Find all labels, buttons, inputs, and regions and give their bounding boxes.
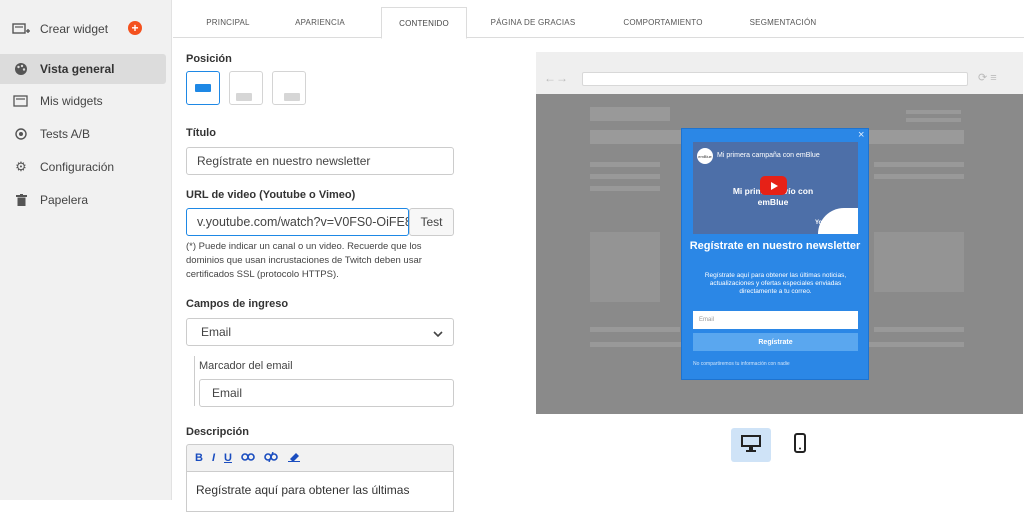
ghost-block (590, 327, 680, 332)
italic-button[interactable]: I (212, 452, 215, 464)
tab-contenido[interactable]: CONTENIDO (381, 7, 467, 39)
ghost-block (590, 162, 660, 167)
video-thumbnail[interactable]: emBlue Mi primera campaña con emBlue Mi … (693, 142, 858, 234)
fields-select[interactable]: Email (186, 318, 454, 346)
ghost-block (874, 232, 964, 292)
sidebar-item-ab-tests[interactable]: Tests A/B (0, 119, 166, 149)
sidebar-item-trash[interactable]: Papelera (0, 185, 166, 215)
popup-footer-text: No compartiremos tu información con nadi… (693, 361, 790, 367)
sidebar-item-label: Mis widgets (40, 94, 103, 108)
ghost-block (590, 232, 660, 302)
target-icon (12, 128, 30, 140)
popup-email-input[interactable]: Email (693, 311, 858, 329)
mobile-icon (794, 432, 806, 458)
youtube-logo: YouTube (815, 220, 840, 226)
popup-title: Regístrate en nuestro newsletter (689, 240, 861, 252)
sidebar-item-overview[interactable]: Vista general (0, 54, 166, 84)
ghost-block (906, 118, 961, 122)
create-plus-icon[interactable]: + (128, 21, 142, 35)
mobile-view-button[interactable] (780, 428, 820, 462)
ghost-block (874, 162, 964, 167)
sidebar-item-settings[interactable]: ⚙ Configuración (0, 152, 166, 182)
ghost-block (874, 327, 964, 332)
ghost-block (874, 174, 964, 179)
position-bottom-left-option[interactable] (229, 71, 263, 105)
widgets-icon (12, 94, 30, 108)
fields-label: Campos de ingreso (186, 298, 289, 310)
desktop-view-button[interactable] (731, 428, 771, 462)
video-url-label: URL de video (Youtube o Vimeo) (186, 189, 356, 201)
add-widget-icon (12, 22, 30, 36)
ghost-block (906, 110, 961, 114)
position-center-option[interactable] (186, 71, 220, 105)
tab-pagina-gracias[interactable]: PÁGINA DE GRACIAS (483, 7, 583, 38)
palette-icon (12, 62, 30, 76)
desktop-icon (740, 434, 762, 457)
clear-format-icon[interactable] (287, 452, 301, 465)
sidebar-item-label: Tests A/B (40, 127, 91, 141)
video-help-text: (*) Puede indicar un canal o un video. R… (186, 241, 422, 280)
sidebar-item-my-widgets[interactable]: Mis widgets (0, 86, 166, 116)
ghost-block (590, 107, 670, 121)
create-widget-label: Crear widget (40, 22, 109, 36)
sidebar: Crear widget + Vista general Mis widgets… (0, 0, 172, 500)
title-label: Título (186, 127, 216, 139)
tab-principal[interactable]: PRINCIPAL (186, 7, 270, 38)
bold-button[interactable]: B (195, 452, 203, 464)
chevron-down-icon (433, 327, 443, 341)
gear-icon: ⚙ (15, 159, 27, 174)
indent-line (194, 356, 195, 406)
channel-avatar: emBlue (697, 148, 713, 164)
popup-submit-button[interactable]: Regístrate (693, 333, 858, 351)
title-input[interactable]: Regístrate en nuestro newsletter (186, 147, 454, 175)
email-placeholder-input[interactable]: Email (199, 379, 454, 407)
email-placeholder-label: Marcador del email (199, 360, 293, 372)
editor-toolbar: B I U (186, 444, 454, 472)
position-bottom-right-option[interactable] (272, 71, 306, 105)
fields-select-value: Email (201, 325, 232, 339)
tab-apariencia[interactable]: APARIENCIA (278, 7, 362, 38)
reload-menu-icon: ⟳ ≡ (978, 72, 997, 84)
unlink-icon[interactable] (264, 451, 278, 465)
trash-icon (12, 194, 30, 206)
popup-close-icon[interactable]: × (858, 129, 864, 141)
ghost-block (590, 174, 660, 179)
popup-description: Regístrate aquí para obtener las últimas… (704, 272, 847, 295)
sidebar-item-label: Vista general (40, 62, 115, 76)
url-bar (582, 72, 968, 86)
tab-comportamiento[interactable]: COMPORTAMIENTO (608, 7, 718, 38)
description-label: Descripción (186, 426, 249, 438)
tab-segmentacion[interactable]: SEGMENTACIÓN (733, 7, 833, 38)
video-url-input[interactable]: v.youtube.com/watch?v=V0FS0-OiFE8 (186, 208, 409, 236)
play-icon[interactable] (760, 176, 787, 195)
tab-bar: PRINCIPAL APARIENCIA CONTENIDO PÁGINA DE… (173, 0, 1024, 39)
browser-bar: ←→ ⟳ ≡ (536, 52, 1023, 94)
ghost-block (590, 186, 660, 191)
sidebar-item-label: Configuración (40, 160, 115, 174)
test-button[interactable]: Test (409, 208, 454, 236)
video-title: Mi primera campaña con emBlue (717, 152, 820, 159)
sidebar-item-label: Papelera (40, 193, 89, 207)
link-icon[interactable] (241, 452, 255, 464)
description-editor[interactable]: Regístrate aquí para obtener las últimas (186, 472, 454, 512)
underline-button[interactable]: U (224, 452, 232, 464)
back-forward-icon: ←→ (544, 71, 568, 85)
position-label: Posición (186, 53, 232, 65)
